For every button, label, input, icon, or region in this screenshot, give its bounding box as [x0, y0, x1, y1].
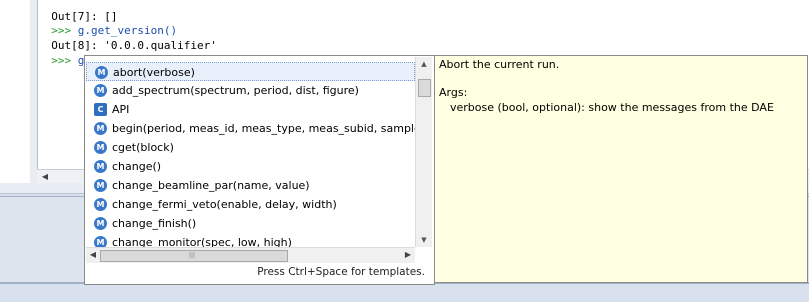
scroll-right-icon[interactable]: ▶ [403, 250, 413, 260]
horizontal-scroll-thumb[interactable]: ||| [100, 250, 288, 262]
templates-hint: Press Ctrl+Space for templates. [257, 266, 425, 278]
completion-item-label: abort(verbose) [113, 66, 195, 79]
completion-item-api[interactable]: C API [86, 100, 415, 119]
completion-item-label: change_monitor(spec, low, high) [112, 236, 292, 247]
console-line-current-input[interactable]: >>> g. [38, 40, 92, 67]
completion-item-label: change_beamline_par(name, value) [112, 179, 310, 192]
scroll-down-icon[interactable]: ▼ [419, 235, 429, 245]
completion-item-abort[interactable]: M abort(verbose) [86, 62, 415, 81]
completion-horizontal-scrollbar[interactable]: ◀ ||| ▶ [86, 247, 415, 264]
method-icon: M [94, 236, 107, 247]
completion-vertical-scrollbar[interactable]: ▲ ▼ [415, 57, 432, 247]
completion-item-label: add_spectrum(spectrum, period, dist, fig… [112, 84, 359, 97]
completion-item-cget[interactable]: M cget(block) [86, 138, 415, 157]
completion-item-label: API [112, 103, 130, 116]
console-line-input-version: >>> g.get_version() [38, 10, 177, 37]
console-line-out8: Out[8]: '0.0.0.qualifier' [38, 25, 217, 52]
doc-summary: Abort the current run. [439, 58, 560, 71]
scroll-grip-icon: ||| [189, 252, 196, 259]
method-icon: M [94, 141, 107, 154]
method-icon: M [94, 217, 107, 230]
method-icon: M [95, 66, 108, 79]
vertical-scroll-thumb[interactable] [418, 79, 431, 97]
completion-item-label: change_finish() [112, 217, 197, 230]
status-bar [0, 284, 809, 302]
completion-item-change-fermi-veto[interactable]: M change_fermi_veto(enable, delay, width… [86, 195, 415, 214]
scroll-up-icon[interactable]: ▲ [419, 59, 429, 69]
method-icon: M [94, 179, 107, 192]
completion-item-change-monitor[interactable]: M change_monitor(spec, low, high) [86, 233, 415, 247]
completion-item-label: cget(block) [112, 141, 174, 154]
completion-item-change[interactable]: M change() [86, 157, 415, 176]
console-line-out7: Out[7]: [] [38, 0, 117, 23]
class-icon: C [94, 103, 107, 116]
documentation-panel[interactable]: Abort the current run. Args: verbose (bo… [434, 55, 808, 283]
console-prompt: >>> [51, 54, 78, 67]
completion-item-label: change() [112, 160, 162, 173]
completion-footer: Press Ctrl+Space for templates. [86, 263, 431, 283]
method-icon: M [94, 122, 107, 135]
scroll-left-icon[interactable]: ◀ [40, 172, 50, 182]
method-icon: M [94, 198, 107, 211]
completion-item-label: begin(period, meas_id, meas_type, meas_s… [112, 122, 415, 135]
completion-popup[interactable]: M abort(verbose) M add_spectrum(spectrum… [84, 55, 435, 285]
completion-item-label: change_fermi_veto(enable, delay, width) [112, 198, 337, 211]
completion-item-add-spectrum[interactable]: M add_spectrum(spectrum, period, dist, f… [86, 81, 415, 100]
scroll-left-icon[interactable]: ◀ [88, 250, 98, 260]
method-icon: M [94, 84, 107, 97]
doc-args-heading: Args: [439, 86, 468, 99]
method-icon: M [94, 160, 107, 173]
console-gutter [0, 0, 30, 183]
doc-args-description: verbose (bool, optional): show the messa… [450, 101, 774, 114]
completion-item-change-finish[interactable]: M change_finish() [86, 214, 415, 233]
console-left-frame [30, 0, 38, 183]
completion-item-change-beamline-par[interactable]: M change_beamline_par(name, value) [86, 176, 415, 195]
completion-item-begin[interactable]: M begin(period, meas_id, meas_type, meas… [86, 119, 415, 138]
completion-list[interactable]: M abort(verbose) M add_spectrum(spectrum… [86, 57, 415, 247]
